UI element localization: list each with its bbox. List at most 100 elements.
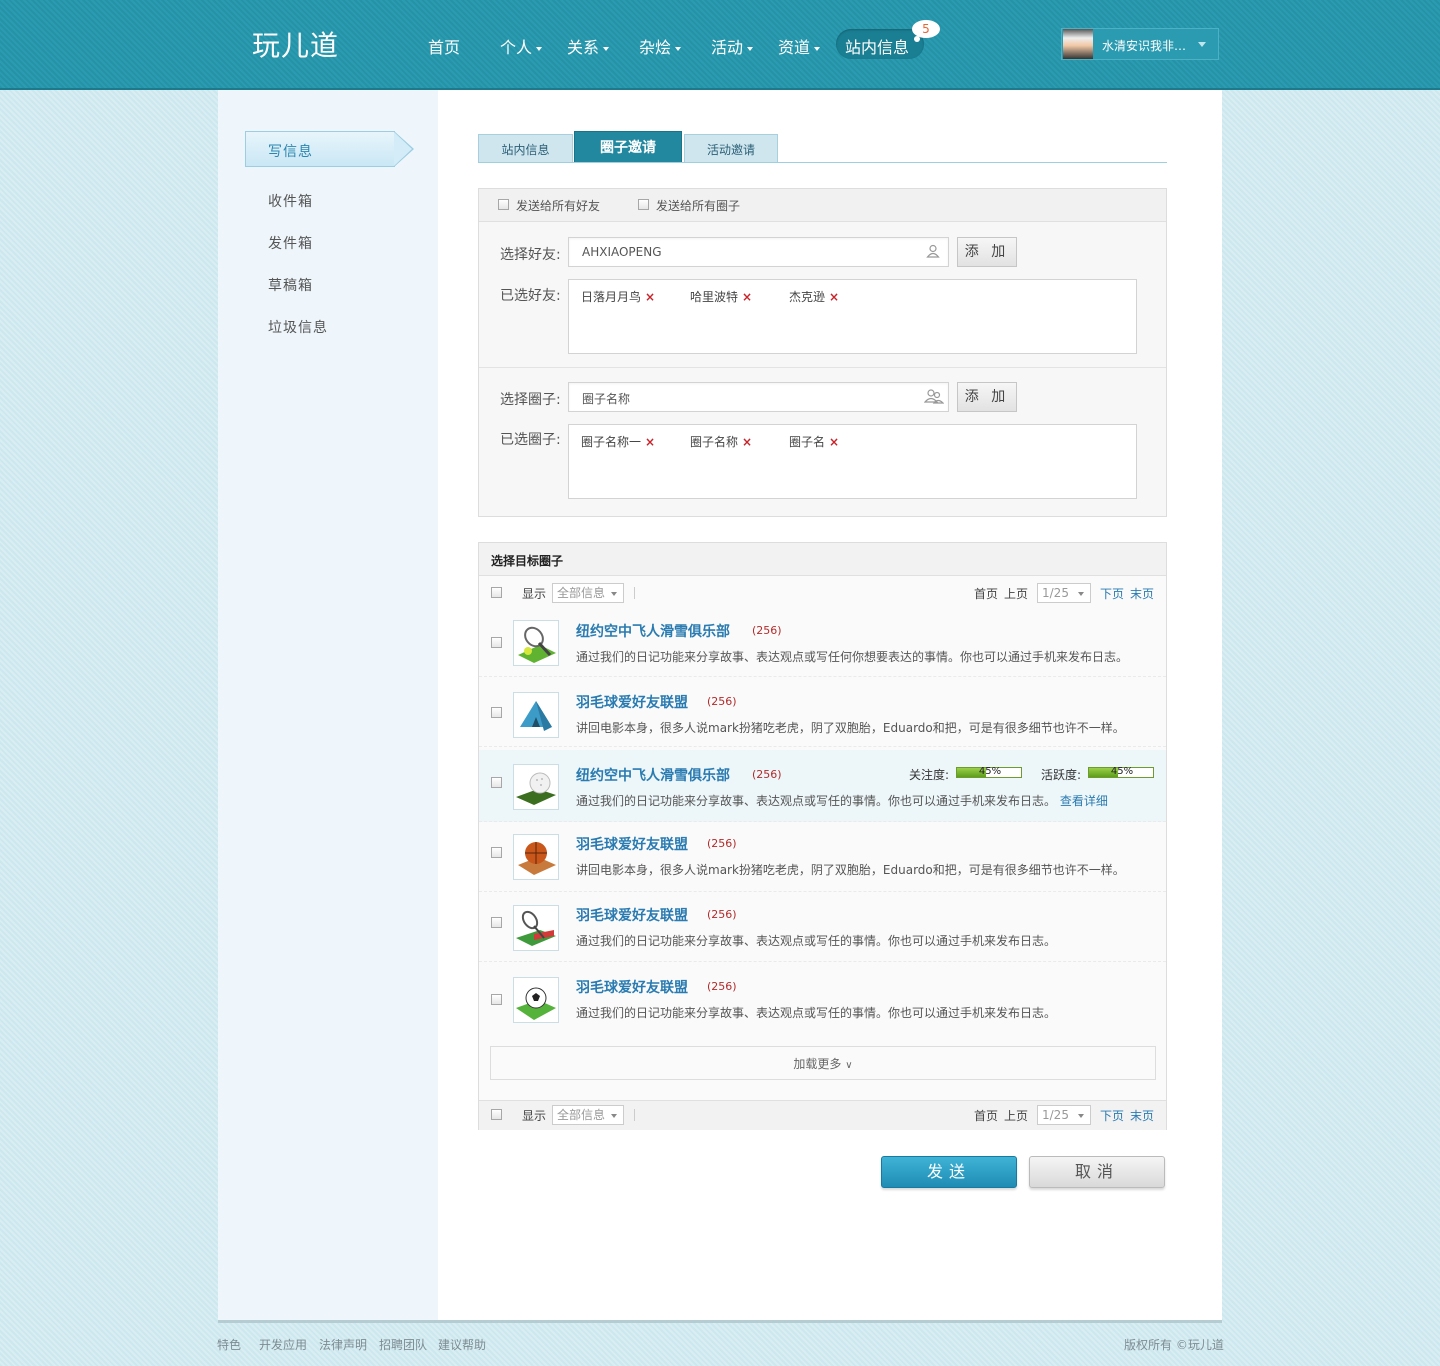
form-divider xyxy=(479,367,1166,368)
item-checkbox[interactable] xyxy=(491,994,502,1005)
send-all-circles-label[interactable]: 发送给所有圈子 xyxy=(656,197,740,214)
remove-icon[interactable]: × xyxy=(645,290,655,304)
caret-down-icon xyxy=(603,46,610,51)
send-all-friends-checkbox[interactable] xyxy=(498,199,509,210)
soccer-icon xyxy=(516,987,556,1020)
list-item[interactable] xyxy=(479,822,1166,892)
caret-down-icon xyxy=(1078,1114,1084,1118)
footer-link-features[interactable]: 特色 xyxy=(217,1336,241,1353)
send-all-circles-checkbox[interactable] xyxy=(638,199,649,210)
tab-circle-invite[interactable]: 圈子邀请 xyxy=(574,131,682,163)
load-more-button[interactable]: 加载更多 ∨ xyxy=(490,1046,1156,1080)
remove-icon[interactable]: × xyxy=(645,435,655,449)
nav-relations[interactable]: 关系 xyxy=(567,34,610,58)
tab-site-messages[interactable]: 站内信息 xyxy=(478,134,573,162)
remove-icon[interactable]: × xyxy=(742,435,752,449)
filter-select-bottom[interactable]: 全部信息 xyxy=(552,1105,624,1125)
circle-thumbnail[interactable] xyxy=(513,834,559,880)
nav-personal[interactable]: 个人 xyxy=(500,34,543,58)
first-page-link-bottom[interactable]: 首页 xyxy=(974,1107,998,1124)
nav-messages[interactable]: 站内信息 xyxy=(845,34,909,58)
remove-icon[interactable]: × xyxy=(829,435,839,449)
page-select-value: 1/25 xyxy=(1042,1108,1069,1122)
circle-thumbnail[interactable] xyxy=(513,905,559,951)
filter-select[interactable]: 全部信息 xyxy=(552,583,624,603)
last-page-link-bottom[interactable]: 末页 xyxy=(1130,1107,1154,1124)
caret-down-icon xyxy=(611,1114,617,1118)
sidebar-item-write-label[interactable]: 写信息 xyxy=(268,141,313,161)
last-page-link[interactable]: 末页 xyxy=(1130,585,1154,602)
item-title[interactable]: 纽约空中飞人滑雪俱乐部 xyxy=(576,621,730,641)
select-all-checkbox[interactable] xyxy=(491,587,502,598)
item-description: 通过我们的日记功能来分享故事、表达观点或写任的事情。你也可以通过手机来发布日志。… xyxy=(576,792,1108,809)
next-page-link[interactable]: 下页 xyxy=(1100,585,1124,602)
list-item[interactable] xyxy=(479,892,1166,962)
nav-misc[interactable]: 杂烩 xyxy=(639,34,682,58)
caret-down-icon xyxy=(611,592,617,596)
prev-page-link[interactable]: 上页 xyxy=(1004,585,1028,602)
tab-activity-invite[interactable]: 活动邀请 xyxy=(684,134,778,162)
item-title[interactable]: 羽毛球爱好友联盟 xyxy=(576,834,688,854)
page-select-bottom[interactable]: 1/25 xyxy=(1037,1105,1091,1125)
footer-link-dev-apps[interactable]: 开发应用 xyxy=(259,1336,307,1353)
cancel-button[interactable]: 取消 xyxy=(1029,1156,1165,1188)
item-checkbox[interactable] xyxy=(491,777,502,788)
list-item[interactable] xyxy=(479,677,1166,747)
nav-home[interactable]: 首页 xyxy=(428,34,460,58)
nav-resources[interactable]: 资道 xyxy=(778,34,821,58)
tab-underline xyxy=(478,162,1167,163)
panel-shadow xyxy=(218,1320,1222,1323)
page-select[interactable]: 1/25 xyxy=(1037,583,1091,603)
site-logo[interactable]: 玩儿道 xyxy=(252,24,339,64)
caret-down-icon xyxy=(675,46,682,51)
item-count: (256) xyxy=(752,768,782,781)
next-page-link-bottom[interactable]: 下页 xyxy=(1100,1107,1124,1124)
send-all-friends-label[interactable]: 发送给所有好友 xyxy=(516,197,600,214)
circle-tag-label: 圈子名称 xyxy=(690,435,739,449)
item-checkbox[interactable] xyxy=(491,637,502,648)
item-title[interactable]: 羽毛球爱好友联盟 xyxy=(576,905,688,925)
avatar[interactable] xyxy=(1063,29,1093,59)
sidebar-item-drafts[interactable]: 草稿箱 xyxy=(268,275,313,295)
sidebar-item-inbox[interactable]: 收件箱 xyxy=(268,191,313,211)
circle-thumbnail[interactable] xyxy=(513,977,559,1023)
activity-bar-text: 45% xyxy=(1110,766,1134,777)
selected-friends-label: 已选好友: xyxy=(500,288,561,304)
chevron-down-icon[interactable] xyxy=(1198,42,1206,47)
remove-icon[interactable]: × xyxy=(742,290,752,304)
circle-thumbnail[interactable] xyxy=(513,764,559,810)
list-item-highlighted[interactable] xyxy=(479,750,1166,822)
item-title[interactable]: 羽毛球爱好友联盟 xyxy=(576,977,688,997)
footer-link-help[interactable]: 建议帮助 xyxy=(438,1336,486,1353)
friend-search-value[interactable]: AHXIAOPENG xyxy=(582,245,662,259)
item-checkbox[interactable] xyxy=(491,847,502,858)
item-title[interactable]: 羽毛球爱好友联盟 xyxy=(576,692,688,712)
friend-tag: 哈里波特 × xyxy=(690,288,752,305)
add-friend-button[interactable]: 添 加 xyxy=(957,237,1017,267)
circle-thumbnail[interactable] xyxy=(513,692,559,738)
select-all-checkbox-bottom[interactable] xyxy=(491,1109,502,1120)
circle-tag-label: 圈子名称一 xyxy=(581,435,642,449)
item-count: (256) xyxy=(707,980,737,993)
page-select-value: 1/25 xyxy=(1042,586,1069,600)
user-name[interactable]: 水清安识我非… xyxy=(1102,37,1186,54)
circle-thumbnail[interactable] xyxy=(513,620,559,666)
add-circle-button[interactable]: 添 加 xyxy=(957,382,1017,412)
sidebar-item-outbox[interactable]: 发件箱 xyxy=(268,233,313,253)
footer-link-jobs[interactable]: 招聘团队 xyxy=(379,1336,427,1353)
item-checkbox[interactable] xyxy=(491,707,502,718)
item-checkbox[interactable] xyxy=(491,917,502,928)
remove-icon[interactable]: × xyxy=(829,290,839,304)
list-item[interactable] xyxy=(479,607,1166,677)
list-item[interactable] xyxy=(479,964,1166,1034)
send-button[interactable]: 发送 xyxy=(881,1156,1017,1188)
item-title[interactable]: 纽约空中飞人滑雪俱乐部 xyxy=(576,765,730,785)
prev-page-link-bottom[interactable]: 上页 xyxy=(1004,1107,1028,1124)
view-detail-link[interactable]: 查看详细 xyxy=(1060,794,1108,808)
footer-link-legal[interactable]: 法律声明 xyxy=(319,1336,367,1353)
sidebar-item-spam[interactable]: 垃圾信息 xyxy=(268,317,328,337)
first-page-link[interactable]: 首页 xyxy=(974,585,998,602)
show-label-bottom: 显示 xyxy=(522,1109,547,1123)
circle-search-placeholder[interactable]: 圈子名称 xyxy=(582,390,630,407)
nav-activities[interactable]: 活动 xyxy=(711,34,754,58)
